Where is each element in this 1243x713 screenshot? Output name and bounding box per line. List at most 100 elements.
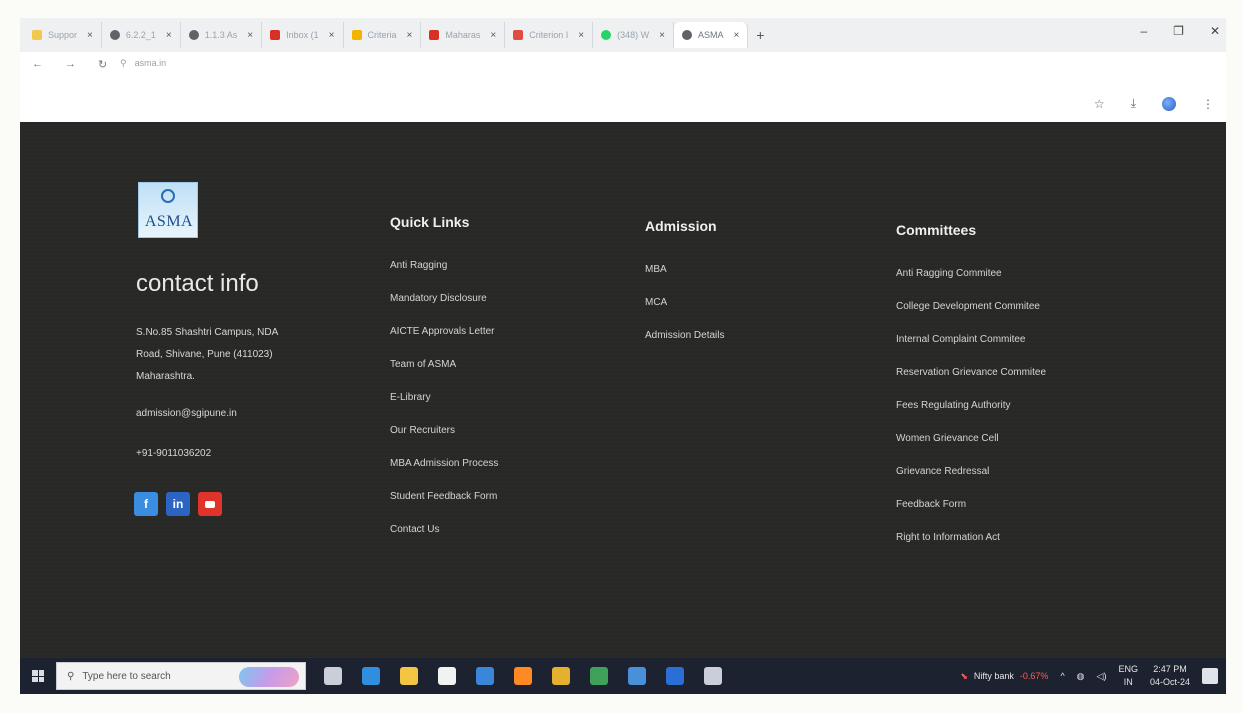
url-field[interactable]: ⚲ asma.in [120,58,166,69]
app-icon[interactable] [628,667,646,685]
committee-link[interactable]: Feedback Form [896,499,1046,532]
menu-icon[interactable]: ⋮ [1202,97,1214,111]
close-tab-icon[interactable]: × [578,30,584,41]
forward-button[interactable]: → [65,58,76,71]
email-link[interactable]: admission@sgipune.in [136,408,237,419]
edge-icon[interactable] [362,667,380,685]
photo-background: Suppor × 6.2.2_1 × 1.1.3 As × Inbox (1 × Cri… [0,0,1243,713]
tab-label: (348) W [617,30,650,40]
committee-link[interactable]: Reservation Grievance Commitee [896,367,1046,400]
quick-link[interactable]: MBA Admission Process [390,458,498,491]
facebook-icon[interactable]: f [134,492,158,516]
close-tab-icon[interactable]: × [87,30,93,41]
quick-links-heading: Quick Links [390,214,470,230]
tab-label: Criteria [367,30,397,40]
firefox-icon[interactable] [514,667,532,685]
nifty-widget[interactable]: ⬊ Nifty bank -0.67% [960,671,1048,682]
browser-tab[interactable]: Criterion I × [505,22,594,48]
close-tab-icon[interactable]: × [407,30,413,41]
browser-tab[interactable]: 1.1.3 As × [181,22,263,48]
chevron-up-icon[interactable]: ^ [1060,671,1064,681]
back-button[interactable]: ← [32,58,43,71]
file-explorer-icon[interactable] [400,667,418,685]
browser-tab[interactable]: Inbox (1 × [262,22,344,48]
notification-icon[interactable] [1202,668,1218,684]
gmail-icon [429,30,440,40]
chrome-active-icon[interactable] [590,667,608,685]
minimize-button[interactable]: – [1140,24,1147,38]
download-icon[interactable]: ⤓ [1131,96,1136,111]
quick-link[interactable]: E-Library [390,392,498,425]
magnifier-icon[interactable] [704,667,722,685]
tab-favicon [681,30,692,40]
quick-link[interactable]: AICTE Approvals Letter [390,326,498,359]
committee-link[interactable]: College Development Commitee [896,301,1046,334]
taskbar-search-box[interactable]: ⚲ Type here to search [56,662,306,690]
word-icon[interactable] [666,667,684,685]
admission-link[interactable]: Admission Details [645,330,724,363]
browser-tab[interactable]: Suppor × [24,22,102,48]
committee-link[interactable]: Fees Regulating Authority [896,400,1046,433]
reload-button[interactable]: ↻ [98,58,107,71]
close-tab-icon[interactable]: × [166,30,172,41]
close-tab-icon[interactable]: × [659,30,665,41]
close-tab-icon[interactable]: × [329,30,335,41]
committee-link[interactable]: Grievance Redressal [896,466,1046,499]
volume-icon[interactable]: ◁) [1097,671,1107,682]
asma-logo[interactable]: ASMA [138,182,198,238]
clock-time: 2:47 PM [1153,664,1187,674]
quick-link[interactable]: Student Feedback Form [390,491,498,524]
close-tab-icon[interactable]: × [733,30,739,41]
profile-avatar[interactable] [1162,96,1176,111]
social-links: f in [134,492,222,516]
chrome-icon[interactable] [552,667,570,685]
close-tab-icon[interactable]: × [247,30,253,41]
quick-link[interactable]: Mandatory Disclosure [390,293,498,326]
browser-tab-active[interactable]: ASMA × [673,22,749,48]
admission-link[interactable]: MCA [645,297,724,330]
quick-link[interactable]: Anti Ragging [390,260,498,293]
system-tray: ⬊ Nifty bank -0.67% ^ ◍ ◁) ENG IN 2:47 P… [960,658,1218,694]
gmail-icon [270,30,281,40]
tab-label: Suppor [48,30,78,40]
new-tab-button[interactable]: + [756,27,764,43]
youtube-icon[interactable] [198,492,222,516]
quick-link[interactable]: Team of ASMA [390,359,498,392]
browser-tab[interactable]: (348) W × [593,22,674,48]
drive-icon [351,30,362,40]
site-info-icon[interactable]: ⚲ [120,58,127,68]
quick-link[interactable]: Our Recruiters [390,425,498,458]
committee-link[interactable]: Internal Complaint Commitee [896,334,1046,367]
windows-taskbar: ⚲ Type here to search ⬊ Nifty bank -0.67… [20,658,1226,694]
close-tab-icon[interactable]: × [490,30,496,41]
committees-column: Committees Anti Ragging Commitee College… [896,222,1046,565]
quick-link[interactable]: Contact Us [390,524,498,557]
start-button[interactable] [20,670,56,682]
store-icon[interactable] [438,667,456,685]
tab-bar: Suppor × 6.2.2_1 × 1.1.3 As × Inbox (1 × Cri… [20,18,1226,52]
address-line: S.No.85 Shashtri Campus, NDA [136,327,279,338]
network-icon[interactable]: ◍ [1077,671,1085,682]
logo-drop-icon [161,189,175,203]
search-highlight-art [239,667,299,687]
committee-link[interactable]: Women Grievance Cell [896,433,1046,466]
tab-favicon [188,30,199,40]
browser-tab[interactable]: 6.2.2_1 × [102,22,181,48]
clock[interactable]: 2:47 PM 04-Oct-24 [1150,663,1190,689]
browser-tab[interactable]: Maharas × [421,22,506,48]
close-window-button[interactable]: ✕ [1210,24,1220,38]
address-bar-area: ← → ↻ ⚲ asma.in ☆ ⤓ ⋮ [20,52,1226,122]
mail-icon[interactable] [476,667,494,685]
admission-link[interactable]: MBA [645,264,724,297]
task-view-icon[interactable] [324,667,342,685]
bookmark-icon[interactable]: ☆ [1094,97,1105,111]
linkedin-icon[interactable]: in [166,492,190,516]
language-indicator[interactable]: ENG IN [1118,663,1138,689]
committee-link[interactable]: Anti Ragging Commitee [896,268,1046,301]
clock-date: 04-Oct-24 [1149,677,1190,687]
browser-tab[interactable]: Criteria × [344,22,422,48]
restore-button[interactable]: ❐ [1173,24,1184,38]
tab-label: Maharas [445,30,481,40]
phone-link[interactable]: +91-9011036202 [136,448,211,459]
committee-link[interactable]: Right to Information Act [896,532,1046,565]
